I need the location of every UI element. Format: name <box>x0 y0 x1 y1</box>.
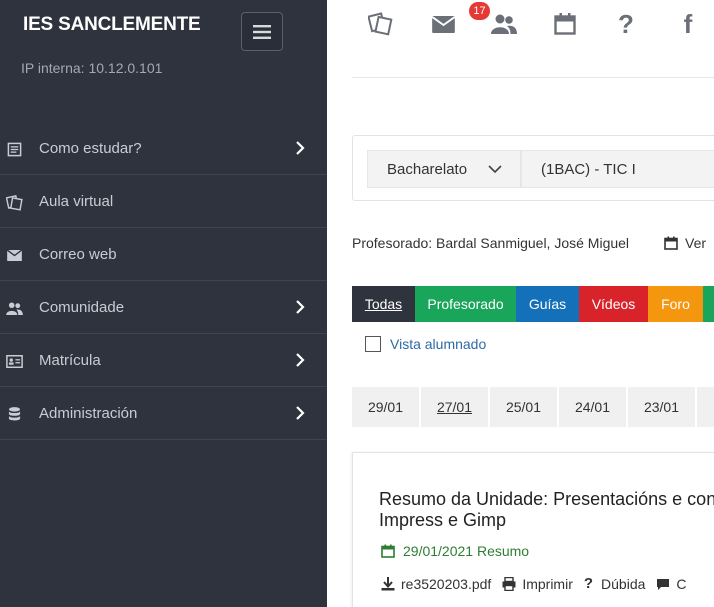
vista-alumnado-label: Vista alumnado <box>390 336 487 352</box>
resource-filter-tabs: Todas Profesorado Guías Vídeos Foro <box>352 286 714 322</box>
ver-link[interactable]: Ver <box>664 235 706 251</box>
hamburger-icon <box>253 24 271 39</box>
date-tab[interactable]: 23/01 <box>628 387 695 427</box>
menu-toggle-button[interactable] <box>241 12 283 51</box>
print-label: Imprimir <box>522 575 573 592</box>
cards-icon <box>5 193 23 211</box>
sidebar-item-label: Administración <box>39 404 138 422</box>
comment-label: C <box>676 575 687 592</box>
sidebar-item-label: Comunidade <box>39 298 125 316</box>
resource-card: Resumo da Unidade: Presentacións e con I… <box>352 452 714 607</box>
download-link[interactable]: re3520203.pdf <box>381 576 491 592</box>
question-icon: ? <box>583 575 594 592</box>
course-select-value: (1BAC) - TIC I <box>541 161 636 178</box>
teacher-text: Profesorado: Bardal Sanmiguel, José Migu… <box>352 235 630 251</box>
date-tab[interactable]: 27/01 <box>421 387 488 427</box>
printer-icon <box>502 576 516 591</box>
resource-date: 29/01/2021 Resumo <box>381 543 529 559</box>
cards-icon[interactable] <box>367 10 395 38</box>
level-select[interactable]: Bacharelato <box>367 150 521 188</box>
resource-date-text: 29/01/2021 Resumo <box>403 543 530 559</box>
sidebar-item-administracion[interactable]: Administración <box>0 387 327 440</box>
chevron-right-icon <box>296 353 305 367</box>
vista-alumnado-toggle[interactable]: Vista alumnado <box>365 336 486 352</box>
document-icon <box>5 140 23 158</box>
chevron-right-icon <box>296 300 305 314</box>
sidebar-item-aula-virtual[interactable]: Aula virtual <box>0 175 327 228</box>
file-name: re3520203.pdf <box>401 575 492 592</box>
sidebar: IES SANCLEMENTE IP interna: 10.12.0.101 … <box>0 0 327 607</box>
filter-tab-profesorado[interactable]: Profesorado <box>415 286 516 322</box>
date-tab[interactable]: 29/01 <box>352 387 419 427</box>
filter-tab-more[interactable] <box>703 286 714 322</box>
mail-icon[interactable] <box>429 10 457 38</box>
filter-tab-todas[interactable]: Todas <box>352 286 415 322</box>
sidebar-item-label: Matrícula <box>39 351 101 369</box>
date-tab[interactable]: 25/01 <box>490 387 557 427</box>
resource-title[interactable]: Resumo da Unidade: Presentacións e con I… <box>379 489 714 531</box>
id-card-icon <box>5 352 23 370</box>
download-icon <box>381 576 395 590</box>
course-selector-panel: Bacharelato (1BAC) - TIC I <box>352 135 714 201</box>
ver-label: Ver <box>685 235 707 251</box>
vista-alumnado-checkbox[interactable] <box>365 336 381 352</box>
calendar-icon <box>381 544 395 558</box>
database-icon <box>5 405 23 423</box>
brand-logo-text[interactable]: IES SANCLEMENTE <box>23 14 201 36</box>
sidebar-item-matricula[interactable]: Matrícula <box>0 334 327 387</box>
doubt-button[interactable]: ? Dúbida <box>584 575 646 592</box>
date-filter-bar: 29/01 27/01 25/01 24/01 23/01 2 <box>352 387 714 427</box>
mail-icon <box>5 246 23 264</box>
sidebar-item-label: Como estudar? <box>39 139 142 157</box>
users-icon <box>5 299 23 317</box>
resource-actions: re3520203.pdf Imprimir ? Dúbida C <box>381 575 698 592</box>
sidebar-item-comunidade[interactable]: Comunidade <box>0 281 327 334</box>
course-select[interactable]: (1BAC) - TIC I <box>521 150 714 188</box>
date-tab[interactable]: 24/01 <box>559 387 626 427</box>
sidebar-item-label: Aula virtual <box>39 192 114 210</box>
sidebar-menu: Como estudar? Aula virtual Correo web Co… <box>0 122 327 440</box>
sidebar-item-como-estudar[interactable]: Como estudar? <box>0 122 327 175</box>
top-toolbar: 17 ? f <box>352 0 714 78</box>
mail-count-badge: 17 <box>469 2 490 20</box>
comment-icon <box>657 578 670 590</box>
chevron-down-icon <box>488 165 502 174</box>
comment-button[interactable]: C <box>656 575 687 592</box>
date-tab[interactable]: 2 <box>697 387 714 427</box>
chevron-right-icon <box>296 141 305 155</box>
filter-tab-foro[interactable]: Foro <box>648 286 703 322</box>
calendar-icon[interactable] <box>551 10 579 38</box>
sidebar-item-correo-web[interactable]: Correo web <box>0 228 327 281</box>
filter-tab-guias[interactable]: Guías <box>516 286 579 322</box>
chevron-right-icon <box>296 406 305 420</box>
internal-ip-text: IP interna: 10.12.0.101 <box>21 60 163 76</box>
sidebar-item-label: Correo web <box>39 245 117 263</box>
level-select-value: Bacharelato <box>387 161 468 178</box>
facebook-icon[interactable]: f <box>674 9 702 39</box>
print-button[interactable]: Imprimir <box>502 576 573 592</box>
main-content: 17 ? f Bacharelato (1BAC) - TIC I Profes… <box>327 0 714 607</box>
calendar-icon <box>664 236 678 250</box>
doubt-label: Dúbida <box>601 575 646 592</box>
filter-tab-videos[interactable]: Vídeos <box>579 286 648 322</box>
users-icon[interactable] <box>490 10 518 38</box>
help-icon[interactable]: ? <box>612 9 640 39</box>
